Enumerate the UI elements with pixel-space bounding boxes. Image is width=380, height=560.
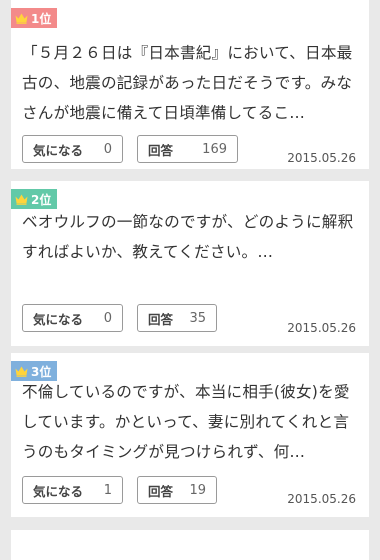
answer-button[interactable]: 回答 169 bbox=[137, 135, 238, 163]
answer-button-label: 回答 bbox=[148, 142, 174, 158]
mark-button-label: 気になる bbox=[33, 142, 84, 158]
rank-label: 1位 bbox=[31, 11, 52, 26]
question-card[interactable]: 1位 「５月２６日は『日本書紀』において、日本最古の、地震の記録があった日だそう… bbox=[11, 0, 369, 169]
crown-icon bbox=[15, 194, 28, 205]
mark-button[interactable]: 気になる 1 bbox=[22, 476, 123, 504]
mark-button-label: 気になる bbox=[33, 311, 84, 327]
post-date: 2015.05.26 bbox=[287, 151, 356, 165]
rank-badge: 1位 bbox=[11, 8, 58, 28]
answer-button[interactable]: 回答 35 bbox=[137, 304, 217, 332]
post-date: 2015.05.26 bbox=[287, 492, 356, 506]
answer-count: 169 bbox=[202, 141, 227, 157]
crown-icon bbox=[15, 13, 28, 24]
answer-button-label: 回答 bbox=[148, 483, 174, 499]
post-date: 2015.05.26 bbox=[287, 321, 356, 335]
mark-button[interactable]: 気になる 0 bbox=[22, 135, 123, 163]
crown-icon bbox=[15, 366, 28, 377]
question-text[interactable]: ベオウルフの一節なのですが、どのように解釈すればよいか、教えてください。… bbox=[22, 207, 364, 267]
rank-badge: 2位 bbox=[11, 189, 58, 209]
answer-count: 35 bbox=[189, 310, 206, 326]
mark-count: 0 bbox=[103, 141, 112, 157]
rank-label: 2位 bbox=[31, 192, 52, 207]
question-card[interactable] bbox=[11, 530, 369, 560]
mark-count: 0 bbox=[103, 310, 112, 326]
mark-button[interactable]: 気になる 0 bbox=[22, 304, 123, 332]
mark-count: 1 bbox=[103, 482, 112, 498]
answer-count: 19 bbox=[189, 482, 206, 498]
answer-button-label: 回答 bbox=[148, 311, 174, 327]
mark-button-label: 気になる bbox=[33, 483, 84, 499]
question-card[interactable]: 2位 ベオウルフの一節なのですが、どのように解釈すればよいか、教えてください。…… bbox=[11, 181, 369, 346]
question-text[interactable]: 不倫しているのですが、本当に相手(彼女)を愛しています。かといって、妻に別れてく… bbox=[22, 377, 364, 467]
answer-button[interactable]: 回答 19 bbox=[137, 476, 217, 504]
question-card[interactable]: 3位 不倫しているのですが、本当に相手(彼女)を愛しています。かといって、妻に別… bbox=[11, 353, 369, 517]
question-text[interactable]: 「５月２６日は『日本書紀』において、日本最古の、地震の記録があった日だそうです。… bbox=[22, 38, 364, 128]
